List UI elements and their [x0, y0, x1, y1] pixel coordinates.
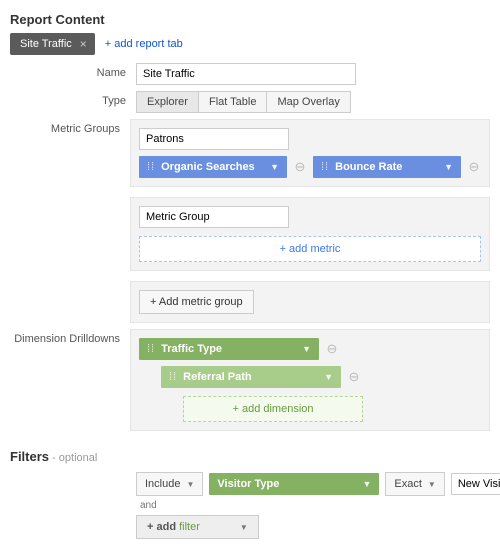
metric-pill-bounce-rate[interactable]: ⁞⁞ Bounce Rate ▼: [313, 156, 461, 178]
dropdown-label: Exact: [394, 478, 422, 490]
drag-handle-icon[interactable]: ⁞⁞: [169, 371, 177, 383]
chevron-down-icon: ▼: [186, 480, 194, 489]
chevron-down-icon[interactable]: ▼: [324, 372, 333, 382]
metric-pill-organic-searches[interactable]: ⁞⁞ Organic Searches ▼: [139, 156, 287, 178]
metric-group-name-input[interactable]: [139, 128, 289, 150]
filters-header: Filters - optional: [10, 449, 490, 464]
remove-icon[interactable]: ⊖: [293, 159, 307, 175]
close-icon[interactable]: ×: [80, 37, 87, 51]
type-label: Type: [10, 91, 136, 113]
report-tabs: Site Traffic × + add report tab: [10, 33, 490, 55]
filter-value-input[interactable]: [451, 473, 500, 495]
filters-title: Filters: [10, 449, 49, 464]
filters-optional: - optional: [49, 452, 97, 464]
drag-handle-icon[interactable]: ⁞⁞: [321, 161, 329, 173]
filter-match-dropdown[interactable]: Exact ▼: [385, 472, 444, 496]
tab-site-traffic[interactable]: Site Traffic ×: [10, 33, 95, 55]
filter-row: Include ▼ Visitor Type ▼ Exact ▼: [136, 472, 490, 496]
add-filter-label: + add filter: [147, 521, 200, 533]
type-option-flat-table[interactable]: Flat Table: [198, 91, 268, 113]
name-label: Name: [10, 63, 136, 85]
chevron-down-icon[interactable]: ▼: [270, 162, 279, 172]
name-input[interactable]: [136, 63, 356, 85]
add-metric-group-panel: + Add metric group: [130, 281, 490, 323]
dimension-pill-referral-path[interactable]: ⁞⁞ Referral Path ▼: [161, 366, 341, 388]
drag-handle-icon[interactable]: ⁞⁞: [147, 343, 155, 355]
dimension-pill-traffic-type[interactable]: ⁞⁞ Traffic Type ▼: [139, 338, 319, 360]
tab-label: Site Traffic: [20, 38, 72, 50]
section-title: Report Content: [10, 12, 490, 27]
metric-groups-label: Metric Groups: [10, 119, 130, 323]
add-report-tab-link[interactable]: + add report tab: [105, 38, 183, 50]
add-filter-button[interactable]: + add filter ▼: [136, 515, 259, 539]
filter-field-label: Visitor Type: [217, 478, 279, 490]
chevron-down-icon: ▼: [428, 480, 436, 489]
remove-icon[interactable]: ⊖: [347, 369, 361, 385]
remove-icon[interactable]: ⊖: [325, 341, 339, 357]
filter-include-dropdown[interactable]: Include ▼: [136, 472, 203, 496]
metric-group-name-input[interactable]: [139, 206, 289, 228]
filter-field-pill[interactable]: Visitor Type ▼: [209, 473, 379, 495]
dimension-label: Traffic Type: [161, 343, 222, 355]
drag-handle-icon[interactable]: ⁞⁞: [147, 161, 155, 173]
dropdown-label: Include: [145, 478, 180, 490]
dimension-panel: ⁞⁞ Traffic Type ▼ ⊖ ⁞⁞ Referral Path ▼ ⊖…: [130, 329, 490, 431]
add-metric-group-button[interactable]: + Add metric group: [139, 290, 254, 314]
dimension-drilldowns-label: Dimension Drilldowns: [10, 329, 130, 431]
metric-label: Organic Searches: [161, 161, 255, 173]
chevron-down-icon[interactable]: ▼: [362, 479, 371, 489]
chevron-down-icon[interactable]: ▼: [444, 162, 453, 172]
metric-label: Bounce Rate: [335, 161, 402, 173]
type-option-map-overlay[interactable]: Map Overlay: [266, 91, 350, 113]
metric-group-panel-2: + add metric: [130, 197, 490, 271]
chevron-down-icon[interactable]: ▼: [302, 344, 311, 354]
type-option-explorer[interactable]: Explorer: [136, 91, 199, 113]
type-segmented: Explorer Flat Table Map Overlay: [136, 91, 351, 113]
dimension-label: Referral Path: [183, 371, 251, 383]
add-dimension-button[interactable]: + add dimension: [183, 396, 363, 422]
filter-and-label: and: [140, 500, 490, 511]
chevron-down-icon: ▼: [240, 523, 248, 532]
add-metric-button[interactable]: + add metric: [139, 236, 481, 262]
remove-icon[interactable]: ⊖: [467, 159, 481, 175]
metric-group-panel-1: ⁞⁞ Organic Searches ▼ ⊖ ⁞⁞ Bounce Rate ▼…: [130, 119, 490, 187]
